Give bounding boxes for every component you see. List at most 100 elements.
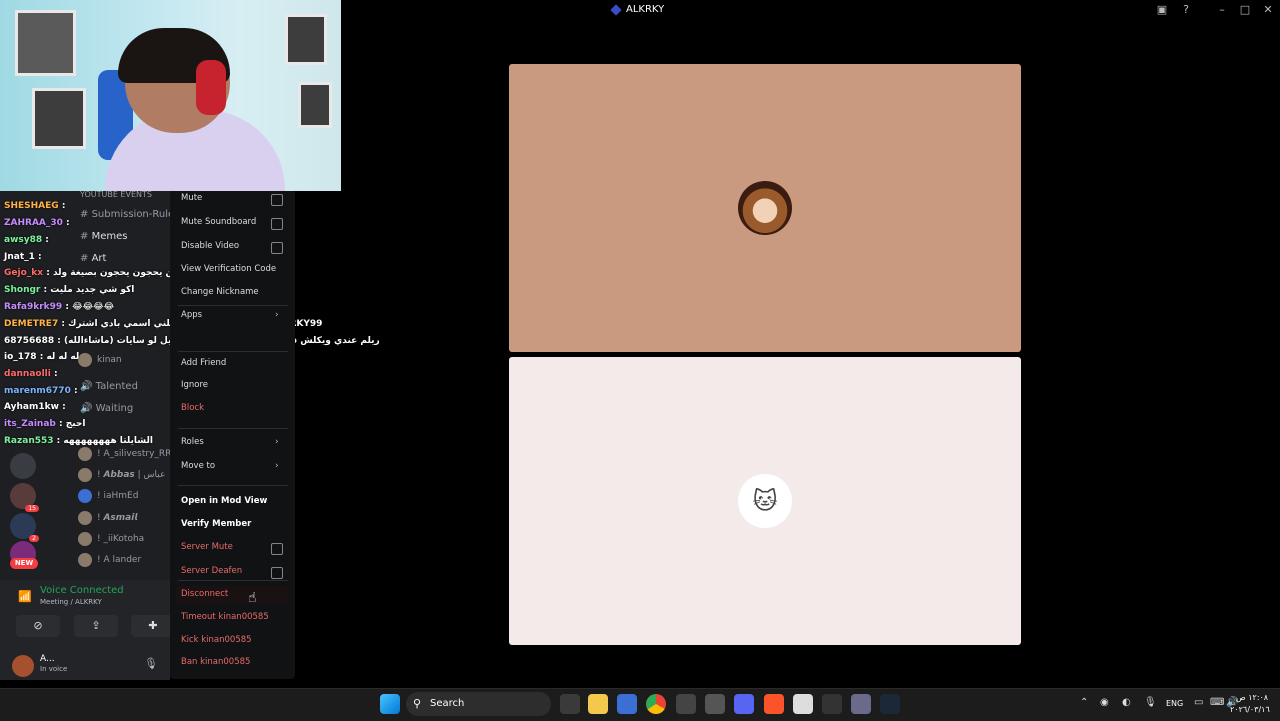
guild-icon[interactable]: 15 xyxy=(10,483,39,512)
channel-talented[interactable]: 🔊 Talented xyxy=(80,381,138,392)
menu-item-ignore[interactable]: Ignore xyxy=(181,380,208,390)
chat-message: Razan553 : الشايلتا ههههههههه xyxy=(4,436,153,446)
checkbox[interactable] xyxy=(271,567,283,579)
menu-item-disconnect[interactable]: Disconnect xyxy=(181,589,228,599)
menu-item-mute[interactable]: Mute xyxy=(181,193,202,203)
voice-member[interactable]: ! 𝘼𝙗𝙗𝙖𝙨 | عباس xyxy=(78,468,165,482)
menu-item-server-mute[interactable]: Server Mute xyxy=(181,542,233,552)
tray-app-icon[interactable]: ◐ xyxy=(1122,697,1131,708)
voice-member[interactable]: kinan xyxy=(78,353,122,367)
voice-member[interactable]: ! A lander xyxy=(78,553,141,567)
network-icon[interactable]: ⌨ xyxy=(1210,697,1224,708)
maximize-icon[interactable]: □ xyxy=(1238,3,1252,17)
capcut-icon[interactable] xyxy=(822,694,842,714)
minimize-icon[interactable]: – xyxy=(1215,3,1229,17)
menu-item-kick-kinan00585[interactable]: Kick kinan00585 xyxy=(181,635,252,645)
menu-item-disable-video[interactable]: Disable Video xyxy=(181,241,239,251)
chat-message: awsy88 : xyxy=(4,235,49,245)
guild-icon[interactable]: 2 xyxy=(10,513,39,542)
chat-username: its_Zainab xyxy=(4,419,56,429)
app-logo-icon xyxy=(610,3,622,16)
steam-icon[interactable] xyxy=(880,694,900,714)
settings-icon[interactable] xyxy=(705,694,725,714)
share-screen-button[interactable]: ⇪ xyxy=(74,615,118,637)
window-title-text: ALKRKY xyxy=(626,4,665,15)
avatar xyxy=(78,511,92,525)
channel-art[interactable]: # Art xyxy=(80,253,106,264)
menu-item-apps[interactable]: Apps xyxy=(181,310,202,320)
avatar[interactable] xyxy=(12,655,34,677)
avatar xyxy=(78,532,92,546)
help-icon[interactable]: ? xyxy=(1179,3,1193,17)
guild-icon[interactable] xyxy=(10,453,36,479)
store-icon[interactable] xyxy=(617,694,637,714)
menu-item-verify-member[interactable]: Verify Member xyxy=(181,519,251,529)
signal-icon: 📶 xyxy=(18,590,32,603)
checkbox[interactable] xyxy=(271,543,283,555)
tray-app-icon[interactable]: ◉ xyxy=(1100,697,1109,708)
checkbox[interactable] xyxy=(271,218,283,230)
task-view-icon[interactable] xyxy=(560,694,580,714)
notepad-icon[interactable] xyxy=(793,694,813,714)
avatar xyxy=(738,181,792,235)
menu-item-ban-kinan00585[interactable]: Ban kinan00585 xyxy=(181,657,250,667)
voice-member[interactable]: ! A_silivestry_RR xyxy=(78,447,171,461)
brave-icon[interactable] xyxy=(764,694,784,714)
channel-waiting[interactable]: 🔊 Waiting xyxy=(80,403,133,414)
microphone-icon[interactable]: 🎙 xyxy=(1144,697,1157,708)
inbox-icon[interactable]: ▣ xyxy=(1155,3,1169,17)
chat-text: له له له xyxy=(46,352,80,362)
chat-username: 68756688 xyxy=(4,336,55,346)
clock-date[interactable]: ٢٠٢٦/٠٣/١٦ xyxy=(1230,705,1270,714)
chrome-icon[interactable] xyxy=(646,694,666,714)
webcam-overlay xyxy=(0,0,341,191)
channel-memes[interactable]: # Memes xyxy=(80,231,127,242)
menu-item-change-nickname[interactable]: Change Nickname xyxy=(181,287,259,297)
channel-submission-rules[interactable]: # Submission-Rules xyxy=(80,209,179,220)
voice-member[interactable]: ! 𝘼𝙨𝙢𝙖𝙞𝙡 xyxy=(78,511,137,525)
search-input[interactable] xyxy=(406,692,551,716)
voice-location[interactable]: Meeting / ALKRKY xyxy=(40,598,102,606)
clock-time[interactable]: ١٢:٠٨ ص xyxy=(1236,693,1268,702)
start-icon[interactable] xyxy=(380,694,400,714)
chat-message: SHESHAEG : xyxy=(4,201,66,211)
voice-member[interactable]: ! _iiKotoha xyxy=(78,532,144,546)
menu-item-mute-soundboard[interactable]: Mute Soundboard xyxy=(181,217,256,227)
voice-status[interactable]: Voice Connected xyxy=(40,585,124,596)
checkbox[interactable] xyxy=(271,242,283,254)
discord-icon[interactable] xyxy=(734,694,754,714)
checkbox[interactable] xyxy=(271,194,283,206)
voice-member[interactable]: ! iaHmEd xyxy=(78,489,138,503)
menu-separator xyxy=(178,305,288,306)
language-indicator[interactable]: ENG xyxy=(1166,699,1183,708)
activities-button[interactable]: ✚ xyxy=(131,615,175,637)
close-icon[interactable]: ✕ xyxy=(1261,3,1275,17)
file-explorer-icon[interactable] xyxy=(588,694,608,714)
chat-message: ZAHRAA_30 : xyxy=(4,218,70,228)
menu-item-server-deafen[interactable]: Server Deafen xyxy=(181,566,242,576)
channel-category[interactable]: YOUTUBE EVENTS xyxy=(80,190,152,199)
app-icon[interactable] xyxy=(851,694,871,714)
menu-item-block[interactable]: Block xyxy=(181,403,204,413)
chat-text: من يحجون يحجون بصيغة ولد xyxy=(52,268,180,278)
camera-off-button[interactable]: ⊘ xyxy=(16,615,60,637)
menu-item-add-friend[interactable]: Add Friend xyxy=(181,358,226,368)
display-icon[interactable]: ▭ xyxy=(1194,697,1203,708)
menu-item-move-to[interactable]: Move to xyxy=(181,461,215,471)
chat-username: SHESHAEG xyxy=(4,201,59,211)
chat-username: Gejo_kx xyxy=(4,268,44,278)
menu-item-open-in-mod-view[interactable]: Open in Mod View xyxy=(181,496,267,506)
search-label: Search xyxy=(430,698,465,709)
menu-separator xyxy=(178,580,288,581)
chat-username: io_178 xyxy=(4,352,37,362)
app-icon[interactable] xyxy=(676,694,696,714)
menu-item-view-verification-code[interactable]: View Verification Code xyxy=(181,264,276,274)
menu-item-timeout-kinan00585[interactable]: Timeout kinan00585 xyxy=(181,612,269,622)
user-name[interactable]: A... xyxy=(40,654,55,664)
menu-separator xyxy=(178,428,288,429)
microphone-icon[interactable]: 🎙 xyxy=(144,657,158,670)
chat-message: marenm6770 : xyxy=(4,386,78,396)
chevron-up-icon[interactable]: ⌃ xyxy=(1080,697,1088,708)
avatar xyxy=(78,489,92,503)
menu-item-roles[interactable]: Roles xyxy=(181,437,204,447)
